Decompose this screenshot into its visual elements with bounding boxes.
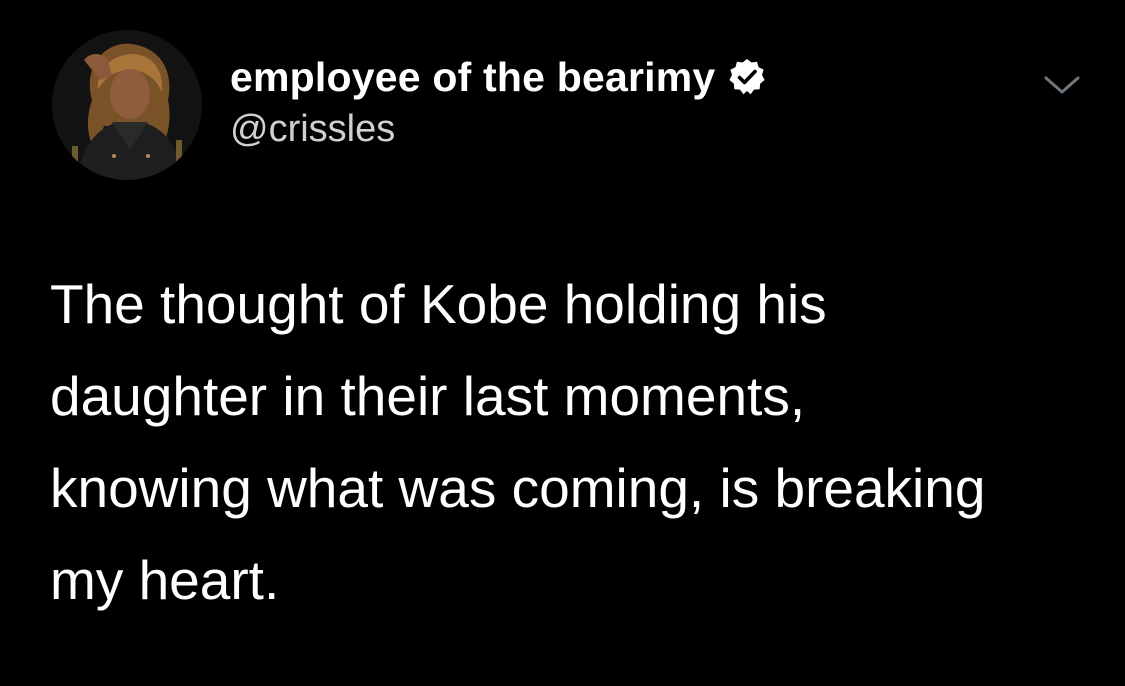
chevron-down-icon[interactable] — [1040, 70, 1084, 100]
tweet-card: employee of the bearimy @crissles The th… — [0, 0, 1125, 686]
verified-badge-icon — [727, 57, 767, 97]
tweet-text: The thought of Kobe holding his daughter… — [50, 273, 986, 611]
display-name[interactable]: employee of the bearimy — [230, 54, 715, 101]
avatar[interactable] — [52, 30, 202, 180]
user-handle[interactable]: @crissles — [230, 108, 395, 151]
author-name-row[interactable]: employee of the bearimy — [230, 50, 767, 104]
profile-photo-icon — [52, 30, 202, 180]
